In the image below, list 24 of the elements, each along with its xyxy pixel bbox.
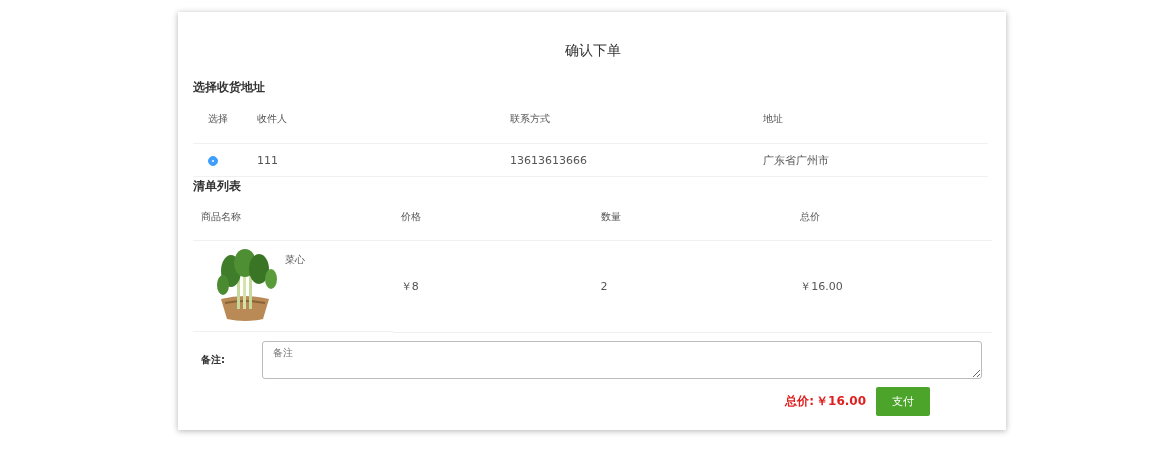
table-cell: 广东省广州市 — [763, 153, 829, 167]
table-cell: 111 — [257, 153, 278, 167]
radio-button[interactable] — [208, 155, 218, 166]
table-cell: 2 — [600, 279, 608, 293]
total-price: ￥16.00 — [816, 392, 866, 410]
section-heading: 清单列表 — [193, 178, 242, 194]
column-header: 地址 — [763, 113, 783, 124]
remark-field[interactable]: 备注 — [262, 340, 982, 379]
column-header: 选择 — [208, 113, 228, 124]
column-header: 收件人 — [257, 113, 287, 124]
column-header: 价格 — [400, 211, 421, 222]
total-label: 总价: — [785, 392, 815, 410]
column-header: 总价 — [800, 211, 821, 222]
table-cell: ￥16.00 — [800, 279, 843, 293]
page-title: 确认下单 — [563, 42, 622, 60]
pay-button[interactable]: 支付 — [876, 386, 930, 416]
table-cell: 13613613666 — [510, 153, 587, 167]
product-name: 菜心 — [285, 253, 305, 267]
section-heading: 选择收货地址 — [193, 79, 266, 95]
table-cell: ￥8 — [400, 279, 419, 293]
column-header: 数量 — [600, 211, 621, 222]
remark-label: 备注: — [200, 352, 226, 367]
column-header: 商品名称 — [201, 211, 241, 222]
column-header: 联系方式 — [510, 113, 550, 124]
